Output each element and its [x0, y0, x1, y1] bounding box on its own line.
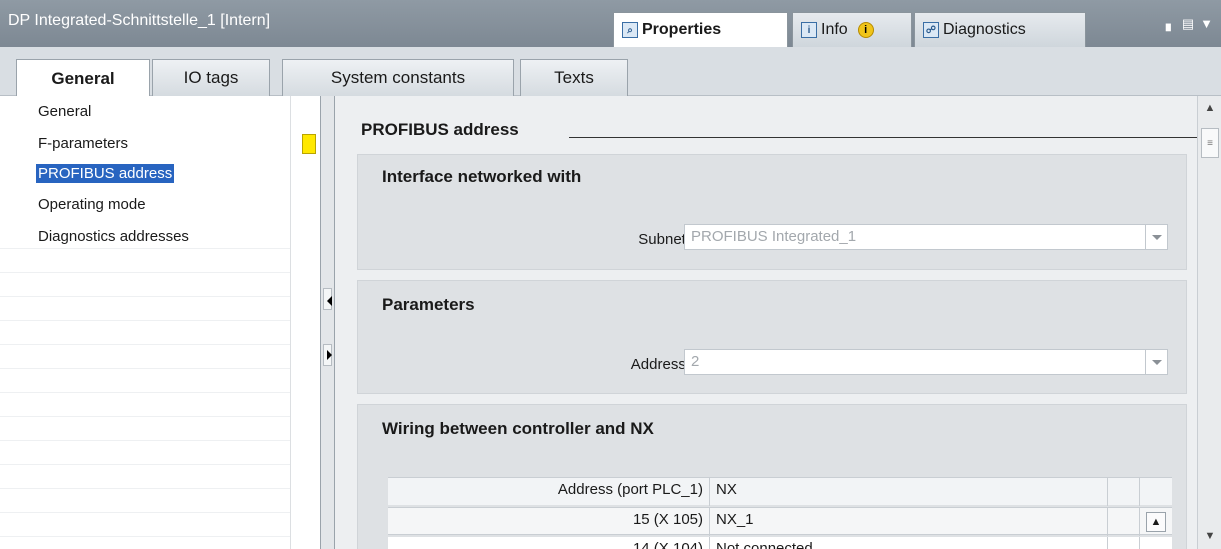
- table-row[interactable]: 15 (X 105) NX_1 ▲: [388, 507, 1172, 536]
- info-tab-icon: i: [801, 22, 817, 38]
- nav-item-diagnostics-addresses[interactable]: Diagnostics addresses: [36, 227, 191, 246]
- address-label: Address:: [630, 356, 690, 373]
- expand-right-icon: [327, 350, 332, 360]
- row-nx: Not connected: [710, 537, 1108, 549]
- interface-panel-title: Interface networked with: [382, 167, 582, 186]
- address-dropdown-icon[interactable]: [1145, 350, 1167, 374]
- row-actions: ▲: [1140, 508, 1172, 536]
- subnet-dropdown-icon[interactable]: [1145, 225, 1167, 249]
- properties-icon: ⌕: [622, 22, 638, 38]
- address-select[interactable]: 2: [684, 349, 1168, 375]
- tab-diagnostics-label: Diagnostics: [943, 21, 1026, 38]
- marker-column: [290, 96, 320, 549]
- list-icon[interactable]: ▤: [1182, 16, 1194, 32]
- subnet-value: PROFIBUS Integrated_1: [691, 228, 857, 245]
- diagnostics-icon: ☍: [923, 22, 939, 38]
- window-title: DP Integrated-Schnittstelle_1 [Intern]: [8, 12, 271, 29]
- title-bar: DP Integrated-Schnittstelle_1 [Intern] ⌕…: [0, 0, 1221, 47]
- position-marker: [302, 134, 316, 154]
- scroll-thumb[interactable]: ≡: [1201, 128, 1219, 158]
- vertical-scrollbar[interactable]: ▲ ≡ ▼: [1197, 96, 1221, 549]
- parameters-panel-title: Parameters: [382, 295, 475, 314]
- subtab-system-constants[interactable]: System constants: [282, 59, 514, 96]
- row-actions: [1140, 537, 1172, 549]
- address-value: 2: [691, 353, 700, 370]
- column-header-nx[interactable]: NX: [710, 478, 1108, 506]
- row-address: 15 (X 105): [388, 508, 710, 536]
- scroll-down-icon[interactable]: ▼: [1201, 526, 1219, 546]
- dropdown-icon[interactable]: ▼: [1200, 16, 1213, 32]
- subnet-select[interactable]: PROFIBUS Integrated_1: [684, 224, 1168, 250]
- subnet-label: Subnet:: [638, 231, 690, 248]
- tab-info-label: Info: [821, 21, 848, 38]
- chevron-up-icon[interactable]: ▲: [1146, 512, 1166, 532]
- interface-panel: Interface networked with Subnet: PROFIBU…: [357, 154, 1187, 270]
- column-header-address[interactable]: Address (port PLC_1): [388, 478, 710, 506]
- scroll-up-icon[interactable]: ▲: [1201, 98, 1219, 118]
- tab-diagnostics[interactable]: ☍ Diagnostics: [914, 12, 1086, 47]
- section-divider: [569, 137, 1197, 138]
- parameters-panel: Parameters Address: 2: [357, 280, 1187, 394]
- nav-item-profibus-address[interactable]: PROFIBUS address: [34, 163, 176, 184]
- nav-item-operating-mode[interactable]: Operating mode: [36, 195, 148, 214]
- subtab-io-tags[interactable]: IO tags: [152, 59, 270, 96]
- window-controls: ▖ ▤ ▼: [1166, 16, 1213, 32]
- table-header: Address (port PLC_1) NX: [388, 477, 1172, 506]
- tab-properties[interactable]: ⌕ Properties: [613, 12, 788, 47]
- wiring-panel: Wiring between controller and NX Address…: [357, 404, 1187, 549]
- wiring-panel-title: Wiring between controller and NX: [382, 419, 654, 438]
- row-extra: [1108, 537, 1140, 549]
- subtab-bar: General IO tags System constants Texts: [0, 47, 1221, 97]
- column-header-actions: [1140, 478, 1172, 506]
- property-navigation: General F-parameters PROFIBUS address Op…: [0, 96, 290, 549]
- collapse-left-icon: [327, 296, 332, 306]
- table-row[interactable]: 14 (X 104) Not connected: [388, 537, 1172, 549]
- nav-item-general[interactable]: General: [36, 102, 93, 121]
- restore-icon[interactable]: ▖: [1166, 16, 1176, 32]
- properties-content: PROFIBUS address Interface networked wit…: [335, 96, 1197, 549]
- column-header-extra: [1108, 478, 1140, 506]
- row-address: 14 (X 104): [388, 537, 710, 549]
- row-nx: NX_1: [710, 508, 1108, 536]
- info-badge-icon: i: [857, 22, 874, 38]
- tab-properties-label: Properties: [642, 21, 722, 38]
- splitter[interactable]: [320, 96, 335, 549]
- section-title: PROFIBUS address: [361, 120, 519, 139]
- subtab-general[interactable]: General: [16, 59, 150, 97]
- tab-info[interactable]: i Info i: [792, 12, 912, 47]
- nav-item-f-parameters[interactable]: F-parameters: [36, 134, 130, 153]
- subtab-texts[interactable]: Texts: [520, 59, 628, 96]
- row-extra: [1108, 508, 1140, 536]
